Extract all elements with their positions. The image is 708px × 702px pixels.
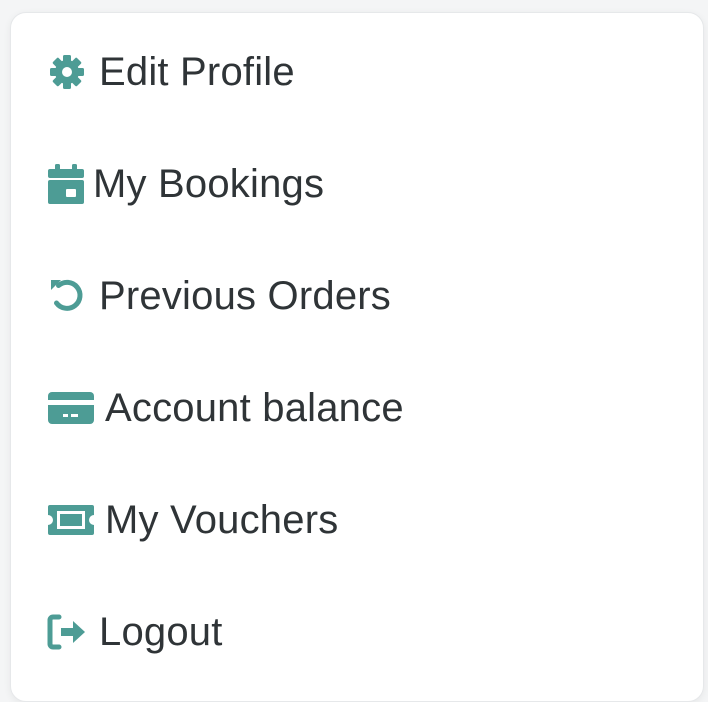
logout-icon [47,606,99,658]
menu-item-label: Account balance [105,385,404,430]
history-icon [47,270,99,322]
menu-item-my-bookings[interactable]: My Bookings [47,149,324,219]
menu-item-previous-orders[interactable]: Previous Orders [47,261,391,331]
menu-item-edit-profile[interactable]: Edit Profile [47,37,295,107]
menu-item-label: My Bookings [93,161,325,206]
gear-icon [47,46,99,98]
menu-item-account-balance[interactable]: Account balance [47,373,404,443]
menu-item-label: Edit Profile [99,49,295,94]
menu-item-label: Logout [99,609,223,654]
menu-item-label: Previous Orders [99,273,391,318]
menu-item-label: My Vouchers [105,497,339,542]
account-dropdown-menu: Edit Profile My Bookings Previous Orders [10,12,704,702]
menu-item-logout[interactable]: Logout [47,597,223,667]
credit-card-icon [47,382,105,434]
menu-item-my-vouchers[interactable]: My Vouchers [47,485,338,555]
ticket-icon [47,494,105,546]
calendar-icon [47,158,93,210]
